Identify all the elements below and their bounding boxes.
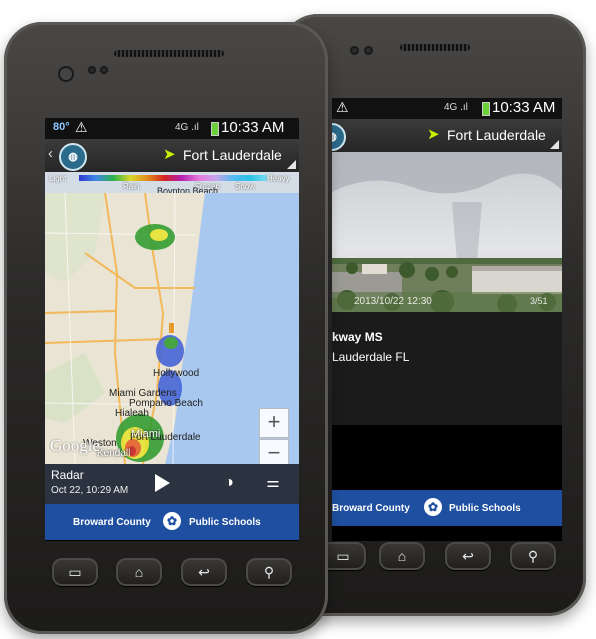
- legend-rain: Rain: [123, 182, 140, 191]
- school-info-panel: kway MS Lauderdale FL: [332, 312, 562, 425]
- camera-timestamp: 2013/10/22 12:30: [354, 296, 432, 307]
- radar-timestamp: Oct 22, 10:29 AM: [51, 485, 129, 496]
- camera-counter: 3/51: [530, 296, 548, 306]
- search-button[interactable]: ⚲: [510, 542, 556, 570]
- legend-light: Light: [49, 174, 67, 183]
- place-pompano-beach: Pompano Beach: [129, 398, 203, 409]
- back-button[interactable]: ↩: [181, 558, 227, 586]
- sensor-dot: [100, 66, 108, 74]
- brand-right-text: Public Schools: [189, 517, 261, 528]
- back-caret-icon[interactable]: ‹: [48, 145, 53, 162]
- temperature-readout: 80°: [53, 121, 70, 133]
- school-camera-image[interactable]: 2013/10/22 12:30 3/51: [332, 152, 562, 312]
- school-name: kway MS: [332, 330, 383, 344]
- camera-photo: 2013/10/22 12:30 3/51: [332, 152, 562, 312]
- apple-logo-icon: ✿: [163, 512, 181, 530]
- location-selector[interactable]: Fort Lauderdale: [447, 127, 546, 143]
- location-arrow-icon: ➤: [427, 126, 440, 143]
- brand-left-text: Broward County: [73, 517, 151, 528]
- app-bar: ◍ ➤ Fort Lauderdale: [332, 119, 562, 152]
- brightness-icon[interactable]: ◑: [220, 474, 238, 492]
- signal-icon: 4G .ıl: [444, 102, 468, 113]
- front-camera-icon: [58, 66, 74, 82]
- legend-heavy: Heavy: [267, 174, 290, 183]
- status-bar: 80° ⚠ 4G .ıl 10:33 AM: [45, 118, 299, 139]
- brand-left-text: Broward County: [332, 503, 410, 514]
- brand-right-text: Public Schools: [449, 503, 521, 514]
- settings-sliders-icon[interactable]: ⚌: [263, 473, 283, 493]
- sensor-dot: [364, 46, 373, 55]
- back-button[interactable]: ↩: [445, 542, 491, 570]
- back-screen: ⚠ 4G .ıl 10:33 AM ◍ ➤ Fort Lauderdale: [332, 98, 562, 541]
- status-time: 10:33 AM: [221, 119, 285, 136]
- dropdown-corner-icon: [550, 140, 559, 149]
- home-icon: ⌂: [134, 564, 144, 580]
- menu-icon: ▭: [68, 564, 82, 580]
- brand-banner[interactable]: Broward County ✿ Public Schools: [45, 504, 299, 540]
- battery-icon: [211, 122, 219, 136]
- school-city: Lauderdale FL: [332, 350, 410, 364]
- layer-label: Radar: [51, 468, 84, 482]
- warning-icon: ⚠: [75, 119, 88, 135]
- sensor-dot: [350, 46, 359, 55]
- earpiece-speaker: [114, 50, 224, 57]
- location-selector[interactable]: Fort Lauderdale: [183, 147, 282, 163]
- search-icon: ⚲: [263, 564, 275, 580]
- precip-color-scale: [79, 175, 267, 181]
- sensor-dot: [88, 66, 96, 74]
- apple-logo-icon: ✿: [424, 498, 442, 516]
- search-button[interactable]: ⚲: [246, 558, 292, 586]
- signal-icon: 4G .ıl: [175, 122, 199, 133]
- zoom-in-button[interactable]: +: [259, 408, 289, 438]
- status-time: 10:33 AM: [492, 99, 556, 116]
- home-button[interactable]: ⌂: [116, 558, 162, 586]
- dropdown-corner-icon: [287, 160, 296, 169]
- back-icon: ↩: [198, 564, 210, 580]
- home-icon: ⌂: [397, 548, 407, 564]
- front-screen: 80° ⚠ 4G .ıl 10:33 AM ‹ ◍ ➤ Fort Lauderd…: [45, 118, 299, 541]
- brand-banner[interactable]: Broward County ✿ Public Schools: [332, 490, 562, 526]
- app-logo-icon[interactable]: ◍: [332, 123, 346, 151]
- map-attribution: Google: [50, 436, 101, 455]
- back-icon: ↩: [462, 548, 474, 564]
- warning-icon: ⚠: [336, 99, 349, 115]
- status-bar: ⚠ 4G .ıl 10:33 AM: [332, 98, 562, 119]
- search-icon: ⚲: [527, 548, 539, 564]
- app-logo-icon[interactable]: ◍: [59, 143, 87, 171]
- radar-controls: Radar Oct 22, 10:29 AM ◑ ⚌: [45, 464, 299, 504]
- app-bar: ‹ ◍ ➤ Fort Lauderdale: [45, 139, 299, 172]
- precip-legend: Light Heavy Rain Frozen Snow Boynton Bea…: [45, 172, 299, 196]
- legend-snow: Snow: [235, 182, 256, 191]
- earpiece-speaker: [400, 44, 470, 51]
- battery-icon: [482, 102, 490, 116]
- menu-button[interactable]: ▭: [52, 558, 98, 586]
- place-fort-lauderdale: Fort Lauderdale: [130, 432, 201, 443]
- home-button[interactable]: ⌂: [379, 542, 425, 570]
- menu-icon: ▭: [336, 548, 350, 564]
- play-icon[interactable]: [155, 474, 170, 492]
- front-phone: 80° ⚠ 4G .ıl 10:33 AM ‹ ◍ ➤ Fort Lauderd…: [4, 22, 328, 634]
- location-arrow-icon: ➤: [163, 146, 176, 163]
